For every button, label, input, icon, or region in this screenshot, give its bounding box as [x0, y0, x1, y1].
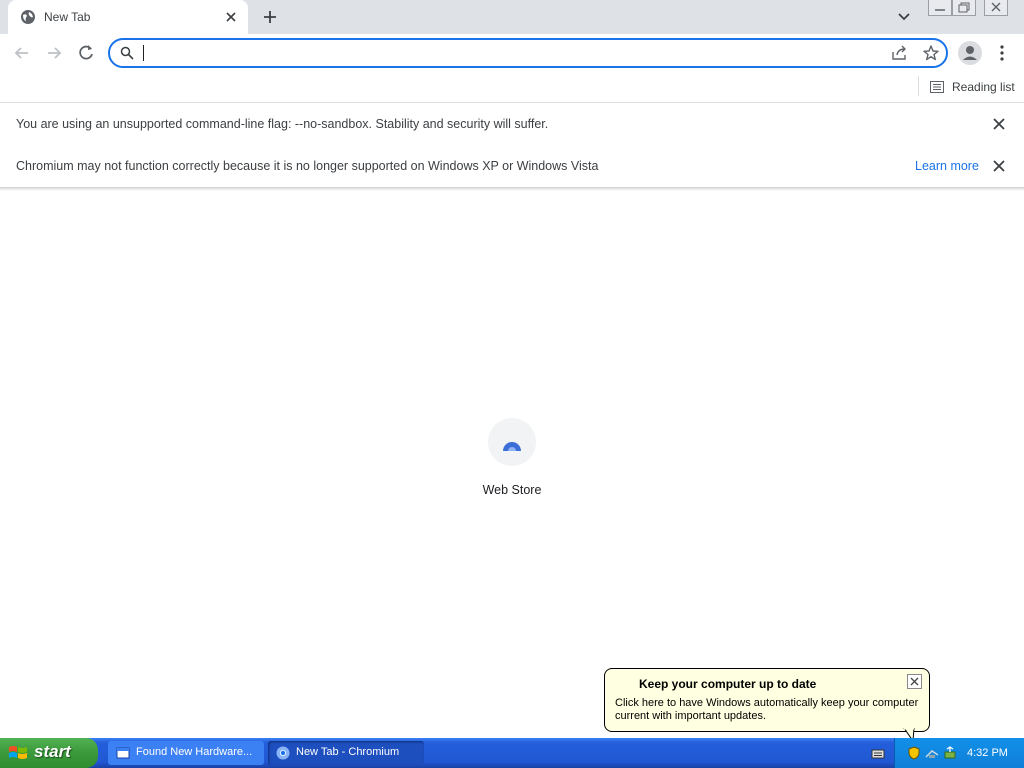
- infobar-message: You are using an unsupported command-lin…: [16, 117, 549, 131]
- infobar-message: Chromium may not function correctly beca…: [16, 159, 599, 173]
- chevron-down-icon[interactable]: [896, 10, 912, 24]
- tab-title: New Tab: [44, 10, 91, 24]
- balloon-body: Click here to have Windows automatically…: [615, 697, 919, 722]
- taskbar-item-chromium[interactable]: New Tab - Chromium: [268, 741, 424, 765]
- star-icon[interactable]: [922, 44, 940, 62]
- infobar-unsupported-os: Chromium may not function correctly beca…: [0, 145, 1024, 188]
- close-icon[interactable]: [992, 159, 1006, 173]
- taskbar-item-label: Found New Hardware...: [136, 746, 253, 758]
- close-icon: [991, 2, 1001, 12]
- tab-new-tab[interactable]: New Tab: [8, 0, 248, 34]
- close-icon[interactable]: [992, 117, 1006, 131]
- close-icon: [910, 677, 919, 686]
- shield-icon[interactable]: [907, 746, 921, 760]
- learn-more-link[interactable]: Learn more: [915, 159, 979, 173]
- close-icon[interactable]: [223, 9, 239, 25]
- taskbar-item-label: New Tab - Chromium: [296, 746, 400, 758]
- clock: 4:32 PM: [967, 747, 1008, 759]
- toolbar: [0, 34, 1024, 72]
- taskbar-item-found-new-hardware[interactable]: Found New Hardware...: [108, 741, 264, 765]
- address-bar[interactable]: [108, 38, 948, 68]
- back-icon[interactable]: [12, 43, 32, 63]
- reload-icon[interactable]: [76, 43, 96, 63]
- reading-list-label: Reading list: [952, 80, 1015, 94]
- separator: [918, 76, 919, 96]
- chromium-icon: [276, 746, 290, 760]
- address-input[interactable]: [142, 43, 886, 65]
- tab-strip: New Tab: [0, 0, 1024, 34]
- webstore-icon: [503, 442, 521, 451]
- search-icon: [120, 46, 134, 60]
- reading-list-icon: [930, 81, 944, 93]
- bookmarks-bar: Reading list: [0, 72, 1024, 103]
- minimize-button[interactable]: [928, 0, 952, 16]
- forward-icon[interactable]: [44, 43, 64, 63]
- shortcut-web-store[interactable]: Web Store: [472, 418, 552, 508]
- shortcut-tile: [488, 418, 536, 466]
- infobar-shadow: [0, 187, 1024, 191]
- balloon-title: Keep your computer up to date: [639, 677, 817, 691]
- balloon-close-button[interactable]: [907, 674, 922, 689]
- infobar-sandbox: You are using an unsupported command-lin…: [0, 103, 1024, 146]
- system-tray: 4:32 PM: [871, 738, 1024, 768]
- taskbar: start Found New Hardware... New Tab - Ch…: [0, 738, 1024, 768]
- start-button[interactable]: start: [0, 738, 98, 768]
- plus-icon[interactable]: [260, 8, 280, 26]
- network-icon[interactable]: [925, 746, 939, 760]
- shortcut-label: Web Store: [482, 483, 542, 497]
- window-icon: [116, 747, 130, 759]
- globe-icon: [21, 10, 35, 24]
- safely-remove-icon[interactable]: [943, 746, 957, 760]
- restore-icon: [958, 2, 970, 13]
- minimize-icon: [935, 9, 945, 11]
- windows-flag-icon: [9, 746, 27, 759]
- restore-button[interactable]: [952, 0, 976, 16]
- close-window-button[interactable]: [984, 0, 1008, 16]
- profile-icon: [963, 46, 977, 60]
- start-label: start: [34, 742, 71, 761]
- kebab-menu-icon[interactable]: [998, 44, 1006, 62]
- update-balloon[interactable]: Keep your computer up to date Click here…: [604, 668, 930, 732]
- share-icon[interactable]: [890, 45, 908, 61]
- profile-button[interactable]: [958, 41, 982, 65]
- keyboard-icon[interactable]: [871, 746, 885, 760]
- reading-list-button[interactable]: Reading list: [930, 76, 1015, 98]
- text-caret: [143, 45, 144, 61]
